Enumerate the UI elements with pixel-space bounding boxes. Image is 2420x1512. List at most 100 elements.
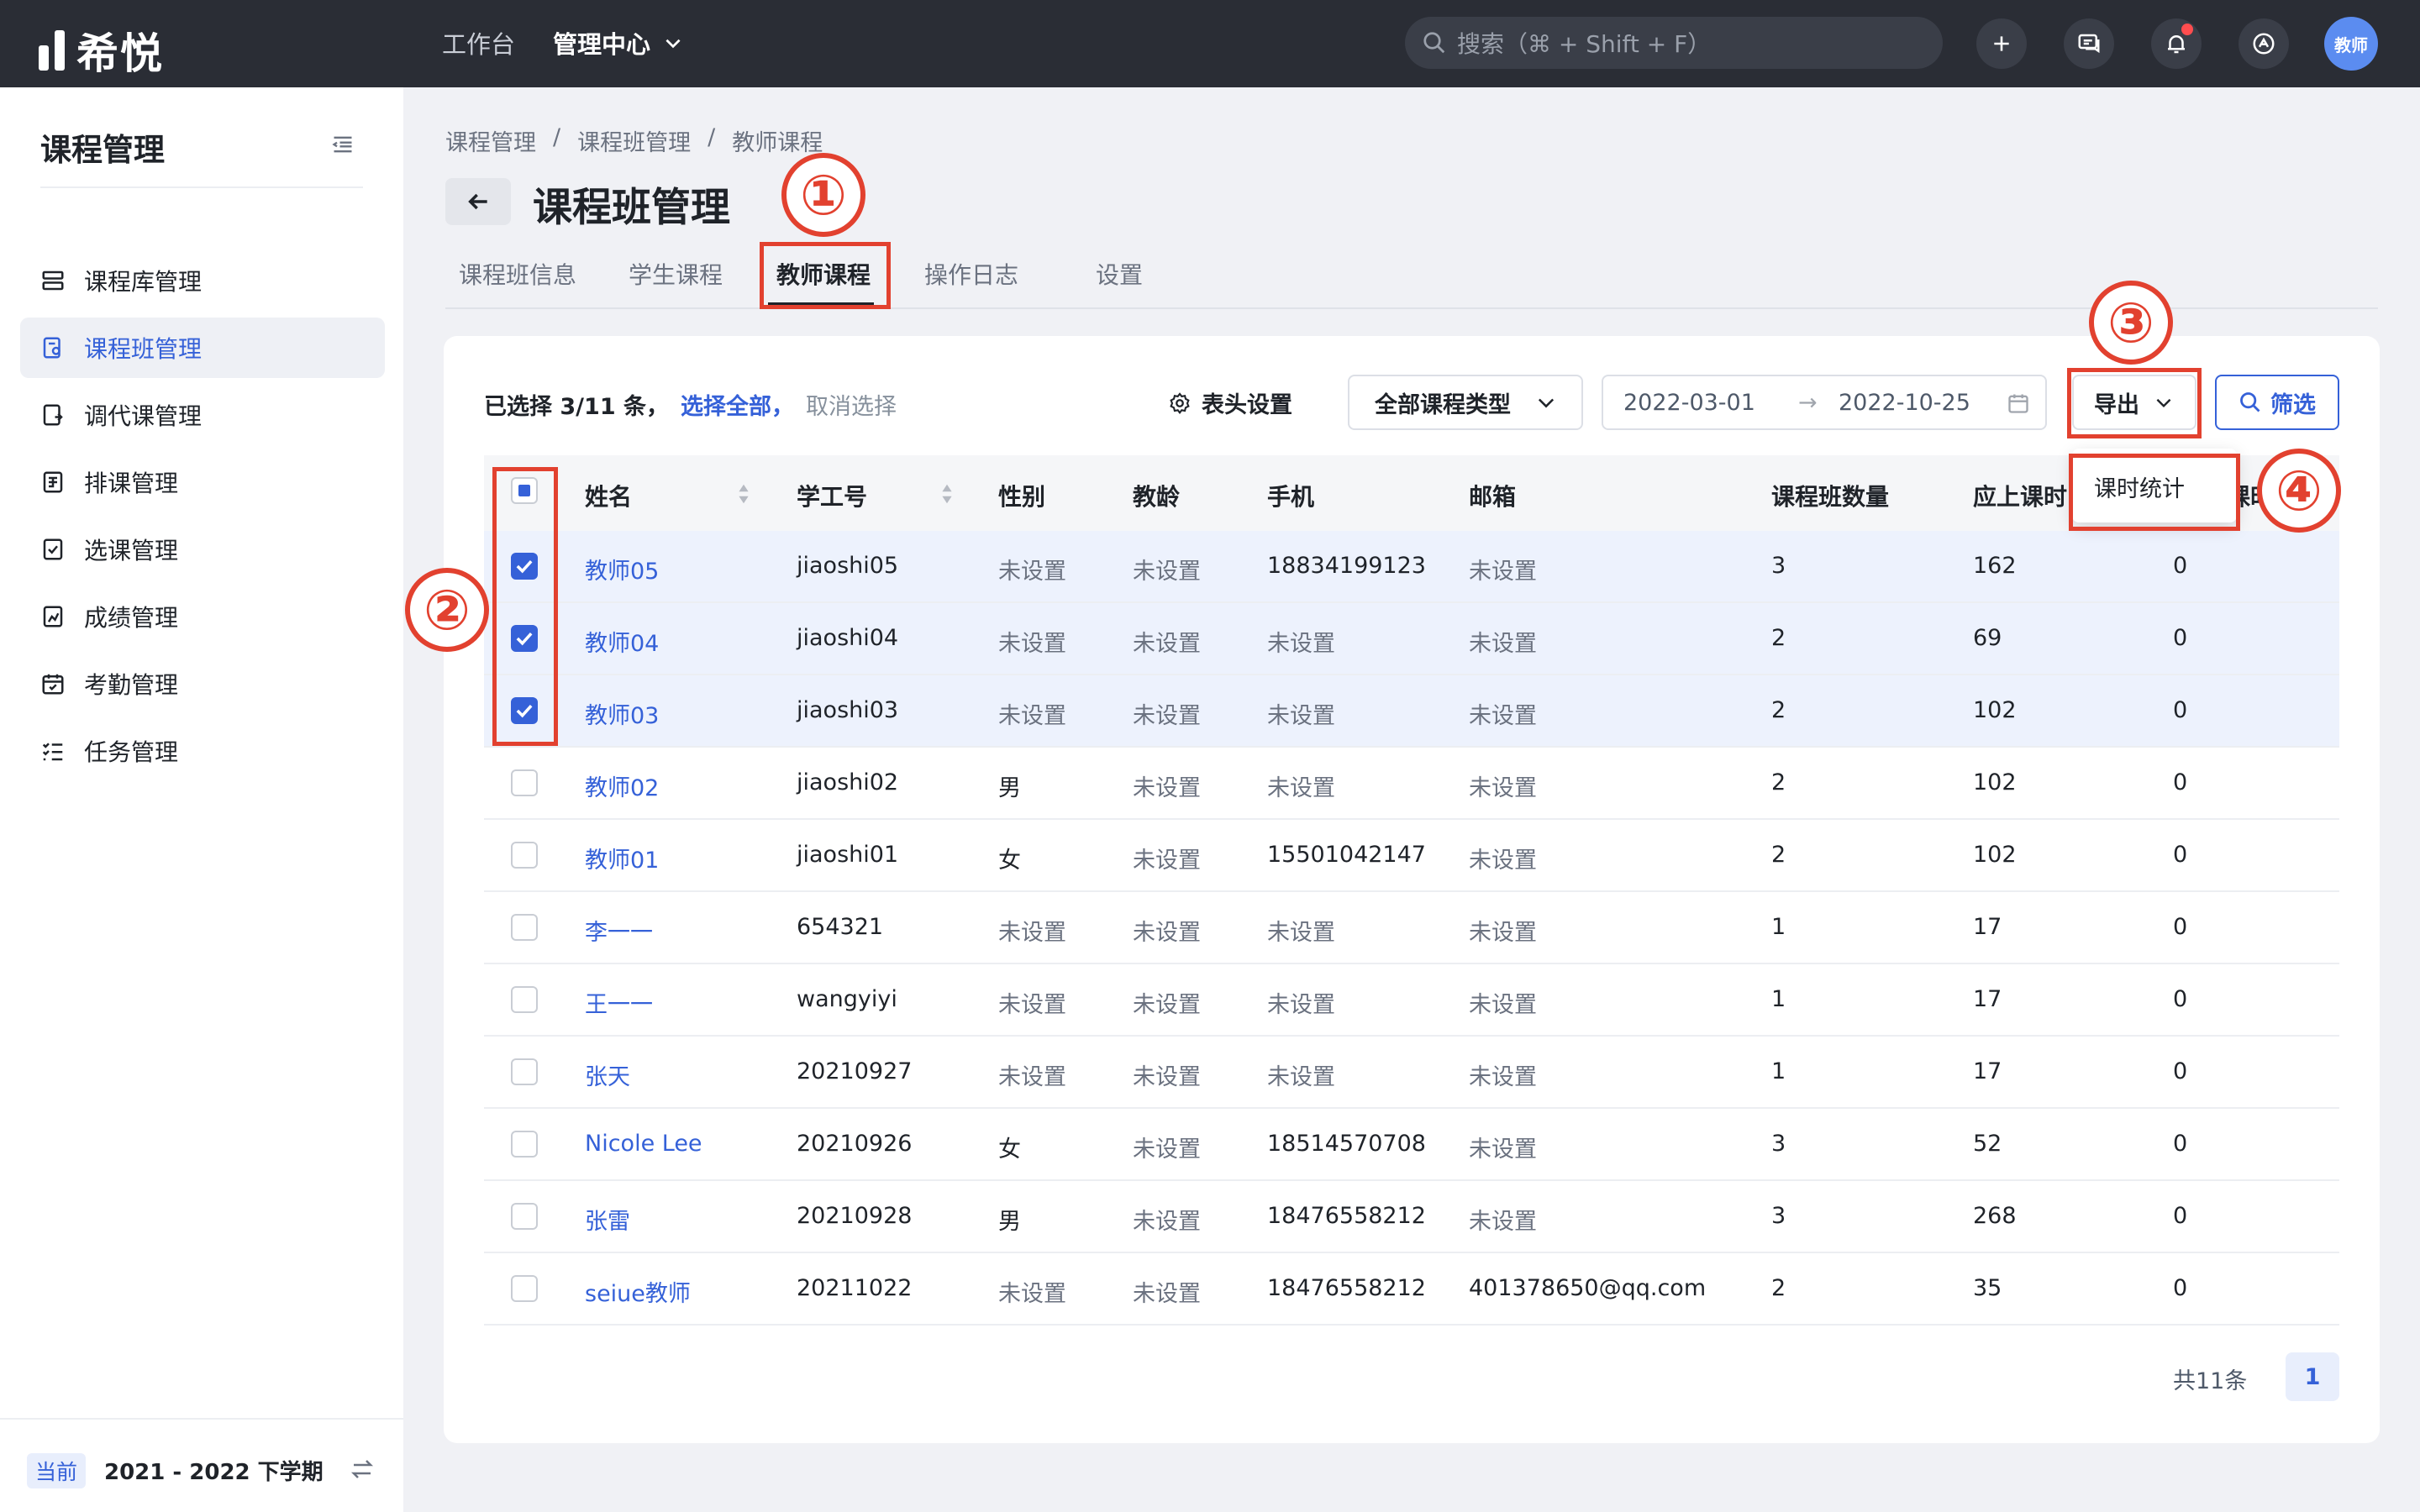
- table-row[interactable]: 王一一 wangyiyi 未设置 未设置 未设置 未设置 1 17 0: [484, 964, 2339, 1037]
- date-end[interactable]: 2022-10-25: [1839, 390, 1970, 416]
- cell-phone: 未设置: [1267, 703, 1335, 729]
- cell-id: jiaoshi03: [797, 697, 899, 723]
- cell-teaching-age: 未设置: [1133, 1137, 1201, 1163]
- row-checkbox[interactable]: [511, 1058, 538, 1085]
- cell-email: 未设置: [1469, 1209, 1537, 1235]
- cell-hours: 0: [2173, 914, 2188, 940]
- sidebar-item-schedule[interactable]: 排课管理: [20, 452, 385, 512]
- term-switcher[interactable]: 当前 2021 - 2022 下学期: [0, 1418, 403, 1512]
- row-checkbox[interactable]: [511, 842, 538, 869]
- cell-email: 未设置: [1469, 848, 1537, 874]
- row-checkbox[interactable]: [511, 1203, 538, 1230]
- table-row[interactable]: seiue教师 20211022 未设置 未设置 18476558212 40137865…: [484, 1253, 2339, 1326]
- row-checkbox[interactable]: [511, 769, 538, 796]
- cell-id: 20211022: [797, 1275, 913, 1301]
- tab-operation-log[interactable]: 操作日志: [924, 257, 1018, 291]
- arrow-left-icon: [465, 188, 492, 215]
- cell-name[interactable]: 李一一: [585, 914, 653, 947]
- column-header-gender: 性别: [998, 483, 1046, 511]
- cell-gender: 女: [998, 848, 1021, 874]
- nav-workbench[interactable]: 工作台: [442, 25, 515, 60]
- cell-hours: 0: [2173, 553, 2188, 579]
- collapse-icon[interactable]: [331, 133, 355, 156]
- sidebar-item-course-library[interactable]: 课程库管理: [20, 250, 385, 311]
- sidebar-item-course-selection[interactable]: 选课管理: [20, 519, 385, 580]
- header-settings-button[interactable]: 表头设置: [1168, 386, 1292, 419]
- cell-name[interactable]: 张雷: [585, 1203, 630, 1236]
- sidebar-item-tasks[interactable]: 任务管理: [20, 721, 385, 781]
- cell-name[interactable]: seiue教师: [585, 1275, 691, 1308]
- plus-icon[interactable]: [1976, 18, 2027, 69]
- column-header-email: 邮箱: [1469, 483, 1517, 511]
- pagination-page-button[interactable]: 1: [2286, 1352, 2339, 1401]
- tab-student-courses[interactable]: 学生课程: [629, 257, 723, 291]
- gear-icon: [1168, 391, 1192, 415]
- select-all-link[interactable]: 选择全部，: [681, 388, 794, 421]
- sidebar-item-label: 课程班管理: [84, 335, 203, 363]
- grade-icon: [40, 604, 66, 629]
- sort-icon[interactable]: [939, 482, 955, 506]
- tab-class-info[interactable]: 课程班信息: [459, 257, 576, 291]
- global-search[interactable]: 搜索（⌘ + Shift + F）: [1405, 17, 1943, 69]
- table-row[interactable]: 张雷 20210928 男 未设置 18476558212 未设置 3 268 0: [484, 1181, 2339, 1253]
- cell-email: 未设置: [1469, 775, 1537, 801]
- back-button[interactable]: [445, 178, 511, 225]
- chevron-down-icon[interactable]: [662, 32, 684, 54]
- nav-admin-center[interactable]: 管理中心: [553, 25, 650, 60]
- sidebar-item-substitute[interactable]: 调代课管理: [20, 385, 385, 445]
- cell-hours: 0: [2173, 1058, 2188, 1084]
- table-row[interactable]: Nicole Lee 20210926 女 未设置 18514570708 未设置 3 52 0: [484, 1109, 2339, 1181]
- sidebar-item-label: 考勤管理: [84, 671, 179, 699]
- breadcrumb-item[interactable]: 课程管理: [445, 124, 536, 157]
- row-checkbox[interactable]: [511, 1275, 538, 1302]
- message-icon[interactable]: [2064, 18, 2114, 69]
- cell-required-hours: 102: [1973, 842, 2017, 868]
- table-row[interactable]: 张天 20210927 未设置 未设置 未设置 未设置 1 17 0: [484, 1037, 2339, 1109]
- calendar-icon: [2007, 391, 2030, 415]
- sidebar-item-label: 任务管理: [84, 738, 179, 766]
- row-checkbox[interactable]: [511, 914, 538, 941]
- bell-icon[interactable]: [2151, 18, 2202, 69]
- select-course-icon: [40, 537, 66, 562]
- table-row[interactable]: 李一一 654321 未设置 未设置 未设置 未设置 1 17 0: [484, 892, 2339, 964]
- cell-gender: 男: [998, 1209, 1021, 1235]
- row-checkbox[interactable]: [511, 1131, 538, 1158]
- sidebar-item-grades[interactable]: 成绩管理: [20, 586, 385, 647]
- column-header-id[interactable]: 学工号: [797, 479, 867, 512]
- cell-name[interactable]: 王一一: [585, 986, 653, 1019]
- sort-icon[interactable]: [736, 482, 751, 506]
- avatar[interactable]: 教师: [2324, 17, 2378, 71]
- table-row[interactable]: 教师04 jiaoshi04 未设置 未设置 未设置 未设置 2 69 0: [484, 603, 2339, 675]
- table-row[interactable]: 教师01 jiaoshi01 女 未设置 15501042147 未设置 2 102 0: [484, 820, 2339, 892]
- row-checkbox[interactable]: [511, 986, 538, 1013]
- cell-id: wangyiyi: [797, 986, 897, 1012]
- cell-name[interactable]: 教师01: [585, 842, 659, 874]
- table-row[interactable]: 教师03 jiaoshi03 未设置 未设置 未设置 未设置 2 102 0: [484, 675, 2339, 748]
- sidebar-item-class-management[interactable]: 课程班管理: [20, 318, 385, 378]
- logo[interactable]: 希悦: [39, 20, 164, 81]
- cell-teaching-age: 未设置: [1133, 631, 1201, 657]
- course-type-select[interactable]: 全部课程类型: [1348, 375, 1583, 430]
- cell-name[interactable]: 教师03: [585, 697, 659, 730]
- cell-name[interactable]: 教师05: [585, 553, 659, 585]
- cell-name[interactable]: 张天: [585, 1058, 630, 1091]
- date-start[interactable]: 2022-03-01: [1623, 390, 1755, 416]
- cell-gender: 未设置: [998, 559, 1066, 585]
- date-range-picker[interactable]: 2022-03-01 → 2022-10-25: [1602, 375, 2047, 430]
- help-icon[interactable]: [2238, 18, 2289, 69]
- cancel-selection-link[interactable]: 取消选择: [806, 388, 897, 421]
- annotation-box-checkboxes: [492, 467, 558, 746]
- swap-icon[interactable]: [350, 1457, 375, 1482]
- cell-name[interactable]: 教师04: [585, 625, 659, 658]
- cell-name[interactable]: Nicole Lee: [585, 1131, 702, 1157]
- breadcrumb-item[interactable]: 课程班管理: [577, 124, 691, 157]
- cell-class-count: 3: [1771, 1131, 1786, 1157]
- filter-button[interactable]: 筛选: [2215, 375, 2339, 430]
- sidebar-item-attendance[interactable]: 考勤管理: [20, 654, 385, 714]
- cell-gender: 未设置: [998, 703, 1066, 729]
- tab-settings[interactable]: 设置: [1096, 257, 1143, 291]
- table-row[interactable]: 教师02 jiaoshi02 男 未设置 未设置 未设置 2 102 0: [484, 748, 2339, 820]
- cell-name[interactable]: 教师02: [585, 769, 659, 802]
- column-header-name[interactable]: 姓名: [585, 479, 632, 512]
- table-row[interactable]: 教师05 jiaoshi05 未设置 未设置 18834199123 未设置 3 162 0: [484, 531, 2339, 603]
